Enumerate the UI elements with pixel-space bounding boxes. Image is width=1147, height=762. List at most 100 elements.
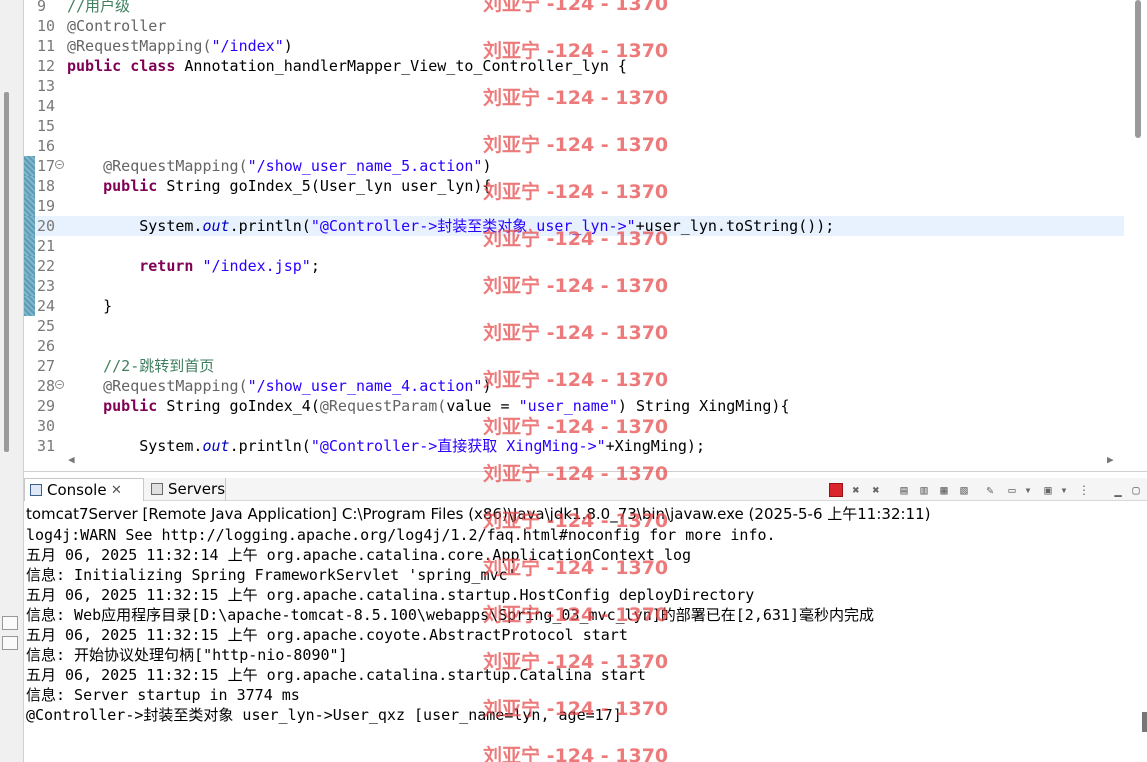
close-icon[interactable]: ✕ (111, 479, 122, 502)
code-line[interactable]: 29 public String goIndex_4(@RequestParam… (24, 396, 1124, 416)
code-token: "user_name" (518, 397, 618, 415)
editor-horizontal-scrollbar[interactable] (24, 452, 1124, 470)
code-line[interactable]: 12 public class Annotation_handlerMapper_… (24, 56, 1124, 76)
display-console-dropdown-icon[interactable]: ▾ (1021, 483, 1035, 497)
minimize-view-button[interactable] (2, 636, 18, 650)
code-line[interactable]: 26 (24, 336, 1124, 356)
code-text: } (67, 296, 112, 316)
code-token: out (202, 217, 230, 235)
code-line[interactable]: 22 return "/index.jsp"; (24, 256, 1124, 276)
code-token: System. (67, 217, 203, 235)
editor-vertical-scrollbar[interactable] (1135, 0, 1141, 138)
code-token: ; (310, 257, 320, 275)
line-number: 29 (37, 397, 56, 415)
code-token: Annotation_handlerMapper_View_to_Control… (175, 57, 627, 75)
code-token: "/index.jsp" (202, 257, 311, 275)
maximize-icon[interactable]: ▢ (1129, 483, 1143, 497)
fold-toggle-icon[interactable]: − (55, 380, 64, 389)
open-console-icon[interactable]: ▣ (1041, 483, 1055, 497)
java-editor[interactable]: 9 //用户级 10 @Controller 11 @RequestMapping("/i… (24, 0, 1147, 472)
scroll-left-icon[interactable]: ◀ (68, 453, 75, 466)
code-line[interactable]: 21 (24, 236, 1124, 256)
console-output-line: log4j:WARN See http://logging.apache.org… (26, 526, 776, 544)
word-wrap-icon[interactable]: ▦ (937, 483, 951, 497)
code-line[interactable]: 19 (24, 196, 1124, 216)
code-line[interactable]: 27 //2-跳转到首页 (24, 356, 1124, 376)
display-console-icon[interactable]: ▭ (1005, 483, 1019, 497)
open-console-dropdown-icon[interactable]: ▾ (1057, 483, 1071, 497)
code-line[interactable]: 28− @RequestMapping("/show_user_name_4.a… (24, 376, 1124, 396)
code-line[interactable]: 20 System.out.println("@Controller->封装至类… (24, 216, 1124, 236)
code-text: @RequestMapping("/show_user_name_4.actio… (67, 376, 491, 396)
line-number: 22 (37, 257, 56, 275)
console-icon (30, 484, 42, 496)
tab-console[interactable]: Console ✕ (24, 478, 144, 501)
left-trim-scrollbar[interactable] (4, 92, 9, 452)
show-console-icon[interactable]: ▧ (957, 483, 971, 497)
clear-console-icon[interactable]: ▤ (897, 483, 911, 497)
minimize-icon[interactable]: ▁ (1111, 483, 1125, 497)
code-line[interactable]: 25 (24, 316, 1124, 336)
line-number: 13 (37, 77, 56, 95)
code-token: .println( (229, 217, 311, 235)
code-line[interactable]: 15 (24, 116, 1124, 136)
code-token: "/index" (211, 37, 284, 55)
restore-view-button[interactable] (2, 616, 18, 630)
console-output-line: 五月 06, 2025 11:32:15 上午 org.apache.coyot… (26, 626, 628, 644)
tab-servers[interactable]: Servers (146, 478, 226, 501)
code-text: public class Annotation_handlerMapper_Vi… (67, 56, 627, 76)
code-line[interactable]: 17− @RequestMapping("/show_user_name_5.a… (24, 156, 1124, 176)
line-number: 17 (37, 157, 56, 175)
code-line[interactable]: 11 @RequestMapping("/index") (24, 36, 1124, 56)
code-line[interactable]: 10 @Controller (24, 16, 1124, 36)
code-text: @RequestMapping("/show_user_name_5.actio… (67, 156, 491, 176)
code-line[interactable]: 23 (24, 276, 1124, 296)
line-number: 9 (37, 0, 47, 15)
code-token: //用户级 (67, 0, 131, 15)
change-marker (24, 296, 35, 316)
line-number: 15 (37, 117, 56, 135)
code-line[interactable]: 14 (24, 96, 1124, 116)
console-toolbar: ✖ ✖ ▤ ▥ ▦ ▧ ✎ ▭ ▾ ▣ ▾ ⋮ ▁ ▢ (827, 479, 1147, 500)
code-token: @RequestMapping( (67, 37, 212, 55)
scroll-right-icon[interactable]: ▶ (1107, 453, 1114, 466)
console-vertical-scrollbar[interactable] (1142, 712, 1147, 732)
fold-toggle-icon[interactable]: − (55, 160, 64, 169)
code-line[interactable]: 18 public String goIndex_5(User_lyn user… (24, 176, 1124, 196)
line-number: 28 (37, 377, 56, 395)
code-line[interactable]: 30 (24, 416, 1124, 436)
code-token: ) (482, 377, 492, 395)
console-output-line: @Controller->封装至类对象 user_lyn->User_qxz [… (26, 706, 622, 724)
code-line[interactable]: 16 (24, 136, 1124, 156)
code-token: value = (446, 397, 519, 415)
code-token: public (103, 177, 158, 195)
code-token: class (130, 57, 176, 75)
tab-servers-label: Servers (168, 480, 226, 498)
change-marker (24, 236, 35, 256)
scroll-lock-icon[interactable]: ▥ (917, 483, 931, 497)
console-process-title: tomcat7Server [Remote Java Application] … (26, 505, 931, 523)
console-output-line: 信息: Web应用程序目录[D:\apache-tomcat-8.5.100\w… (26, 606, 874, 624)
change-marker (24, 196, 35, 216)
pin-console-icon[interactable]: ✎ (983, 483, 997, 497)
code-line[interactable]: 13 (24, 76, 1124, 96)
code-line[interactable]: 24 } (24, 296, 1124, 316)
remove-all-icon[interactable]: ✖ (869, 483, 883, 497)
line-number: 24 (37, 297, 56, 315)
code-line[interactable]: 9 //用户级 (24, 0, 1124, 16)
line-number: 16 (37, 137, 56, 155)
code-token: @RequestParam( (319, 397, 447, 415)
line-number: 26 (37, 337, 56, 355)
line-number: 23 (37, 277, 56, 295)
line-number: 10 (37, 17, 56, 35)
view-menu-icon[interactable]: ⋮ (1077, 483, 1091, 497)
change-marker (24, 256, 35, 276)
code-token: public (67, 57, 122, 75)
tab-console-label: Console (47, 481, 107, 499)
code-token: public (103, 397, 158, 415)
remove-launch-icon[interactable]: ✖ (849, 483, 863, 497)
terminate-icon[interactable] (829, 483, 843, 497)
